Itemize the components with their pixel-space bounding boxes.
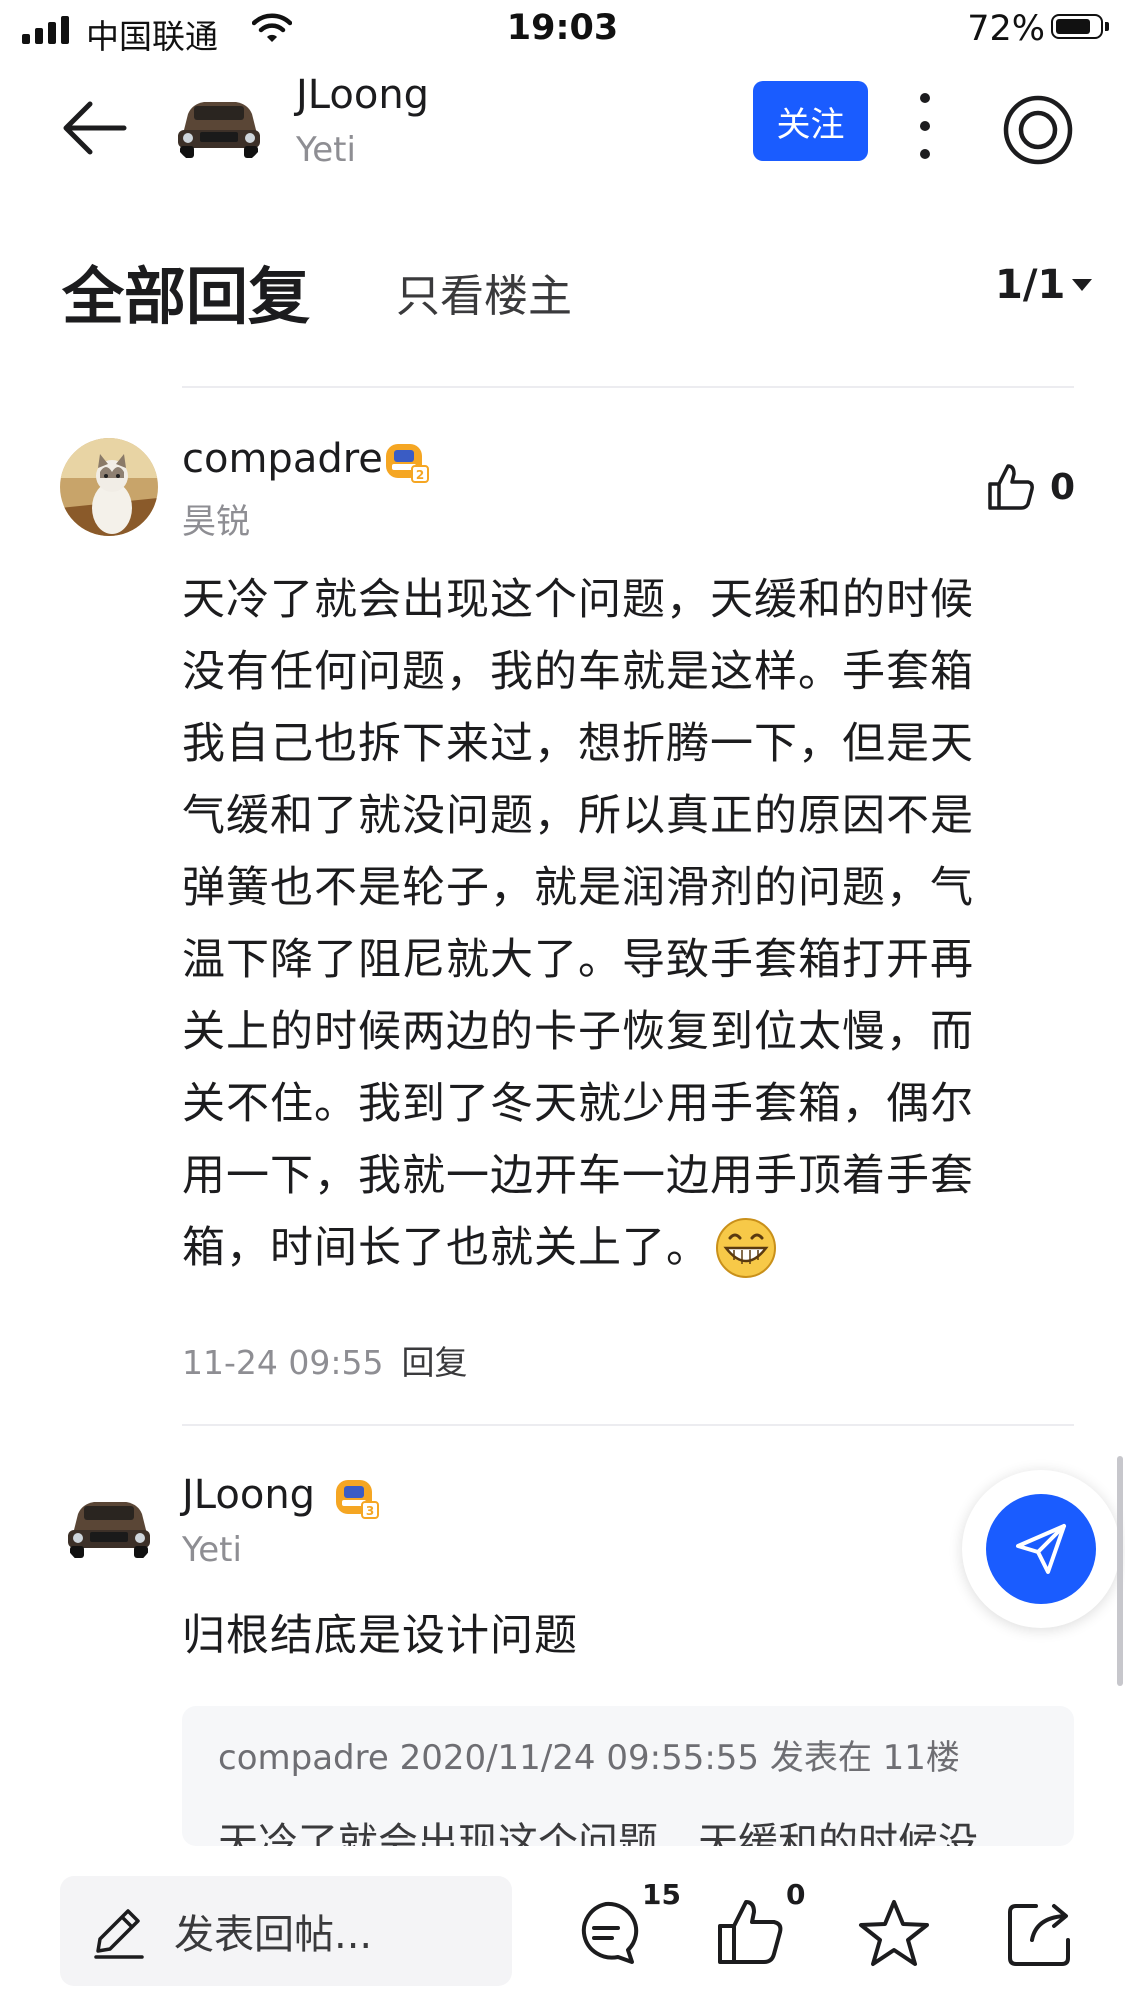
- reply-car-model: 昊锐: [182, 502, 250, 542]
- reply-line: 温下降了阻尼就大了。导致手套箱打开再: [182, 935, 974, 985]
- comment-icon[interactable]: [568, 1896, 644, 1972]
- thumbs-up-icon: [988, 464, 1034, 510]
- reply-username[interactable]: JLoong: [182, 1472, 315, 1518]
- author-name[interactable]: JLoong: [296, 72, 429, 118]
- reply-line: 弹簧也不是轮子，就是润滑剂的问题，气: [182, 863, 974, 913]
- reply-username[interactable]: compadre: [182, 436, 383, 482]
- page-selector[interactable]: 1/1: [995, 262, 1093, 308]
- reply-line: 天冷了就会出现这个问题，天缓和的时候: [182, 575, 974, 625]
- star-icon[interactable]: [856, 1896, 932, 1972]
- like-count-bottom: 0: [786, 1878, 806, 1911]
- level-badge-icon: 3: [336, 1480, 379, 1519]
- battery-percent: 72%: [967, 9, 1045, 49]
- scrollbar[interactable]: [1117, 1456, 1123, 1686]
- reply-line: 没有任何问题，我的车就是这样。手套箱: [182, 647, 974, 697]
- divider: [182, 1424, 1074, 1426]
- page-indicator: 1/1: [995, 262, 1066, 308]
- share-icon[interactable]: [1002, 1896, 1078, 1972]
- reply-line: 我自己也拆下来过，想折腾一下，但是天: [182, 719, 974, 769]
- reply-body: 归根结底是设计问题: [182, 1611, 578, 1661]
- battery-icon: [1051, 14, 1109, 39]
- compose-placeholder: 发表回帖...: [174, 1912, 373, 1958]
- thumbs-up-icon[interactable]: [712, 1894, 788, 1970]
- reply-avatar[interactable]: [60, 438, 158, 536]
- author-avatar[interactable]: [170, 80, 268, 168]
- send-icon: [1016, 1524, 1066, 1574]
- reply-time: 11-24 09:55: [182, 1343, 384, 1382]
- comment-count: 15: [642, 1878, 681, 1911]
- reply-line: 箱，时间长了也就关上了。: [182, 1223, 710, 1273]
- grinning-emoji-icon: [716, 1218, 776, 1278]
- clock: 19:03: [506, 8, 619, 48]
- floating-post-button[interactable]: [962, 1470, 1120, 1628]
- more-options-icon[interactable]: [905, 90, 945, 162]
- tab-all-replies[interactable]: 全部回复: [62, 246, 310, 336]
- reply-line: 气缓和了就没问题，所以真正的原因不是: [182, 791, 974, 841]
- reply-button[interactable]: 回复: [401, 1343, 467, 1382]
- pencil-icon: [94, 1909, 144, 1959]
- reply-meta: 11-24 09:55 回复: [182, 1336, 467, 1384]
- quote-header: compadre 2020/11/24 09:55:55 发表在 11楼: [218, 1738, 960, 1778]
- like-count: 0: [1050, 466, 1076, 508]
- reply-line: 用一下，我就一边开车一边用手顶着手套: [182, 1151, 974, 1201]
- compose-reply-field[interactable]: 发表回帖...: [60, 1876, 512, 1986]
- reply-car-model: Yeti: [182, 1530, 242, 1570]
- like-button[interactable]: 0: [986, 462, 1075, 512]
- quote-text: 天冷了就会出现这个问题，天缓和的时候没: [218, 1820, 978, 1846]
- divider: [182, 386, 1074, 388]
- tab-host-only[interactable]: 只看楼主: [396, 260, 572, 324]
- status-bar: 中国联通 19:03 72%: [0, 0, 1125, 62]
- quoted-reply[interactable]: compadre 2020/11/24 09:55:55 发表在 11楼 天冷了…: [182, 1706, 1074, 1846]
- caret-down-icon: [1072, 279, 1093, 291]
- level-badge-icon: 2: [386, 444, 429, 483]
- reply-avatar[interactable]: [60, 1474, 158, 1572]
- author-car-model: Yeti: [296, 130, 356, 170]
- reply-line: 关不住。我到了冬天就少用手套箱，偶尔: [182, 1079, 974, 1129]
- follow-button[interactable]: 关注: [753, 81, 868, 161]
- badge-level: 3: [366, 1504, 374, 1518]
- target-icon[interactable]: [1000, 92, 1076, 168]
- badge-level: 2: [416, 468, 424, 482]
- back-arrow-icon[interactable]: [62, 98, 128, 158]
- reply-line: 关上的时候两边的卡子恢复到位太慢，而: [182, 1007, 974, 1057]
- reply-body: 天冷了就会出现这个问题，天缓和的时候 没有任何问题，我的车就是这样。手套箱 我自…: [182, 564, 1082, 1284]
